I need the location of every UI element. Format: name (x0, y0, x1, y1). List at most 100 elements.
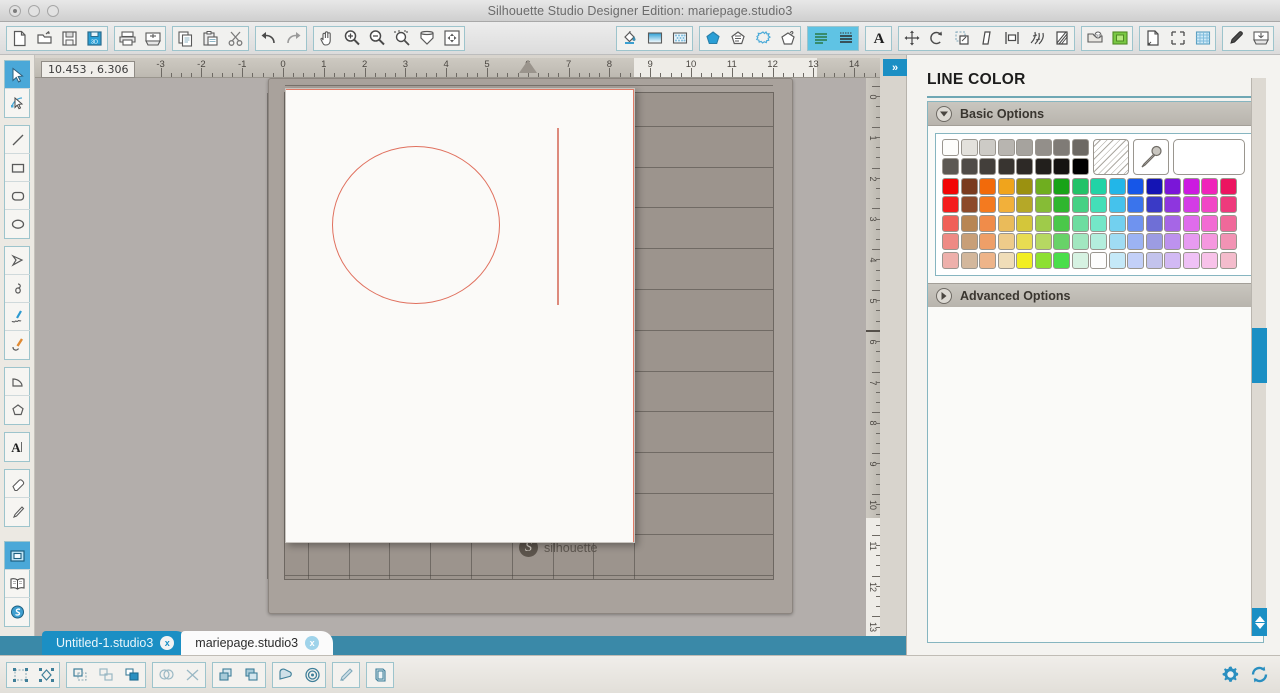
scroll-down-arrow-icon[interactable] (1254, 622, 1265, 629)
vertical-ruler[interactable]: 0 1 2 3 4 5 6 7 8 9 10 11 12 13 (866, 78, 880, 636)
color-swatch[interactable] (1071, 214, 1089, 232)
zoom-in-icon[interactable] (339, 27, 364, 50)
sketch-pen-icon[interactable] (333, 663, 359, 687)
color-swatch[interactable] (1145, 177, 1163, 195)
color-swatch[interactable] (1053, 196, 1070, 213)
library-icon[interactable]: M (1082, 27, 1107, 50)
select-by-color-icon[interactable] (33, 663, 59, 687)
nest-icon[interactable] (1049, 27, 1074, 50)
color-swatch[interactable] (960, 214, 978, 232)
color-swatch[interactable] (1201, 214, 1218, 232)
color-swatch[interactable] (942, 139, 959, 156)
color-swatch[interactable] (1201, 233, 1218, 250)
scroll-up-arrow-icon[interactable] (1254, 615, 1265, 622)
color-swatch[interactable] (1071, 196, 1089, 213)
fit-window-icon[interactable] (439, 27, 464, 50)
shape-vertical-line[interactable] (557, 128, 559, 305)
color-swatch[interactable] (1016, 251, 1033, 269)
save-3d-icon[interactable]: 3D (82, 27, 107, 50)
color-swatch[interactable] (1127, 214, 1144, 232)
color-swatch[interactable] (997, 233, 1015, 250)
color-swatch[interactable] (1127, 233, 1144, 250)
tab-close-icon[interactable]: x (160, 636, 175, 650)
color-swatch[interactable] (1034, 157, 1052, 175)
color-swatch[interactable] (1145, 233, 1163, 250)
color-swatch[interactable] (1053, 157, 1070, 175)
polygon-icon[interactable] (5, 247, 30, 275)
color-swatch[interactable] (1071, 157, 1089, 175)
paint-bucket-icon[interactable] (617, 27, 642, 50)
eraser-icon[interactable] (5, 470, 30, 498)
copy-icon[interactable] (173, 27, 198, 50)
color-swatch[interactable] (979, 251, 996, 269)
rotate-icon[interactable] (924, 27, 949, 50)
color-swatch[interactable] (1053, 177, 1070, 195)
tab-untitled-1[interactable]: Untitled-1.studio3 x (42, 631, 189, 655)
dashed-pentagon-icon[interactable] (725, 27, 750, 50)
eraser-pentagon-icon[interactable] (775, 27, 800, 50)
pattern-icon[interactable] (667, 27, 692, 50)
tab-close-icon[interactable]: x (305, 636, 320, 650)
text-lines-icon[interactable] (808, 26, 833, 50)
align-icon[interactable] (999, 27, 1024, 50)
color-swatch[interactable] (960, 233, 978, 250)
modify-layers-icon[interactable] (367, 663, 393, 687)
color-swatch[interactable] (1219, 214, 1237, 232)
store-icon[interactable] (1107, 27, 1132, 50)
color-swatch[interactable] (1034, 251, 1052, 269)
color-swatch[interactable] (942, 251, 959, 269)
color-swatch[interactable] (1108, 251, 1126, 269)
group-icon[interactable] (67, 663, 93, 687)
knife-icon[interactable] (5, 498, 30, 526)
color-swatch[interactable] (1145, 196, 1163, 213)
hand-icon[interactable] (314, 27, 339, 50)
letter-a-icon[interactable]: A (866, 27, 891, 50)
color-swatch[interactable] (1182, 177, 1200, 195)
color-swatch[interactable] (979, 139, 996, 156)
color-swatch[interactable] (1201, 196, 1218, 213)
gradient-icon[interactable] (642, 27, 667, 50)
color-swatch[interactable] (1034, 233, 1052, 250)
printer-icon[interactable] (115, 27, 140, 50)
color-swatch[interactable] (960, 157, 978, 175)
cut-settings-icon[interactable] (1248, 27, 1273, 50)
open-folder-icon[interactable] (32, 27, 57, 50)
color-swatch[interactable] (1219, 196, 1237, 213)
color-swatch[interactable] (979, 214, 996, 232)
color-swatch[interactable] (1201, 251, 1218, 269)
color-swatch[interactable] (1108, 233, 1126, 250)
rounded-rectangle-icon[interactable] (5, 182, 30, 210)
select-all-icon[interactable] (7, 663, 33, 687)
freehand-icon[interactable] (5, 303, 30, 331)
color-swatch[interactable] (1090, 214, 1107, 232)
color-swatch[interactable] (1182, 233, 1200, 250)
cutting-mat-icon[interactable] (1165, 27, 1190, 50)
color-swatch[interactable] (1201, 177, 1218, 195)
rectangle-icon[interactable] (5, 154, 30, 182)
scissors-icon[interactable] (223, 27, 248, 50)
text-cursor-icon[interactable]: A (5, 433, 30, 461)
sketch-pentagon-icon[interactable] (750, 27, 775, 50)
color-swatch[interactable] (1016, 157, 1033, 175)
color-swatch[interactable] (1219, 251, 1237, 269)
new-document-icon[interactable] (7, 27, 32, 50)
color-swatch[interactable] (1034, 177, 1052, 195)
color-swatch[interactable] (1090, 196, 1107, 213)
regular-polygon-icon[interactable] (5, 396, 30, 424)
color-swatch[interactable] (1016, 214, 1033, 232)
color-swatch[interactable] (1127, 196, 1144, 213)
color-swatch[interactable] (1127, 251, 1144, 269)
color-swatch[interactable] (942, 214, 959, 232)
silhouette-logo-icon[interactable] (5, 598, 30, 626)
chevron-down-icon[interactable] (936, 105, 952, 122)
color-swatch[interactable] (942, 177, 959, 195)
replicate-icon[interactable] (1024, 27, 1049, 50)
current-color-swatch[interactable] (1172, 139, 1245, 175)
arc-icon[interactable] (5, 368, 30, 396)
color-swatch[interactable] (942, 157, 959, 175)
color-swatch[interactable] (1016, 196, 1033, 213)
bring-front-icon[interactable] (213, 663, 239, 687)
eyedropper-swatch[interactable] (1132, 139, 1169, 175)
fit-page-icon[interactable] (414, 27, 439, 50)
color-swatch[interactable] (1034, 196, 1052, 213)
